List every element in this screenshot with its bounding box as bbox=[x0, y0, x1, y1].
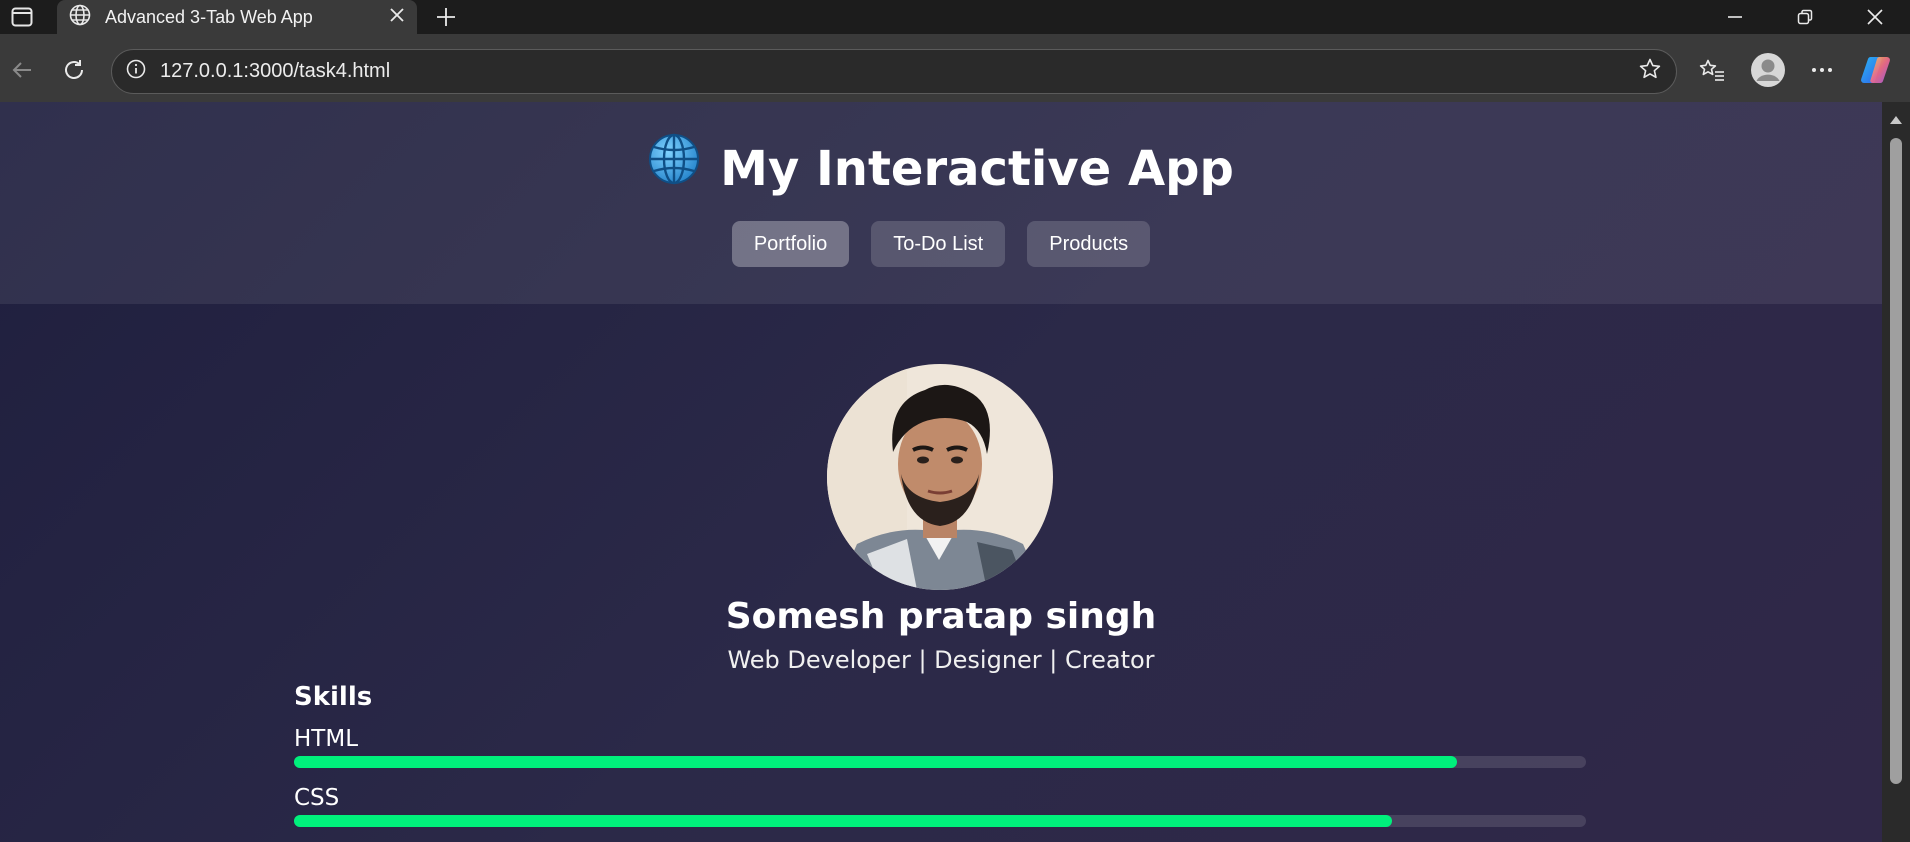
skill-bar-fill bbox=[294, 815, 1393, 827]
plus-icon[interactable] bbox=[428, 0, 464, 34]
favorites-icon[interactable] bbox=[1692, 50, 1732, 90]
skill-bar-track bbox=[294, 815, 1586, 827]
globe-icon bbox=[648, 133, 700, 197]
skills-heading: Skills bbox=[294, 682, 373, 712]
scroll-up-arrow-icon[interactable] bbox=[1890, 116, 1902, 124]
skill-label: CSS bbox=[294, 785, 340, 811]
star-icon[interactable] bbox=[1638, 57, 1662, 86]
tab-todo-list[interactable]: To-Do List bbox=[871, 221, 1006, 267]
browser-tab[interactable]: Advanced 3-Tab Web App bbox=[57, 0, 417, 34]
info-icon[interactable] bbox=[126, 59, 146, 84]
page-scrollbar[interactable] bbox=[1882, 102, 1910, 842]
minimize-icon[interactable] bbox=[1700, 0, 1770, 34]
profile-role: Web Developer | Designer | Creator bbox=[727, 646, 1155, 674]
avatar bbox=[827, 364, 1053, 590]
browser-tab-title: Advanced 3-Tab Web App bbox=[105, 6, 313, 27]
globe-icon bbox=[69, 4, 91, 31]
reload-icon[interactable] bbox=[54, 50, 94, 90]
tab-nav: Portfolio To-Do List Products bbox=[0, 221, 1882, 267]
url-text[interactable]: 127.0.0.1:3000/task4.html bbox=[160, 60, 1638, 83]
restore-icon[interactable] bbox=[1770, 0, 1840, 34]
browser-tabstrip: Advanced 3-Tab Web App bbox=[0, 0, 1910, 34]
tab-products[interactable]: Products bbox=[1027, 221, 1151, 267]
browser-toolbar: 127.0.0.1:3000/task4.html bbox=[0, 34, 1910, 102]
page-viewport: My Interactive App Portfolio To-Do List … bbox=[0, 102, 1882, 842]
window-controls bbox=[1700, 0, 1910, 34]
tab-portfolio[interactable]: Portfolio bbox=[731, 221, 850, 267]
address-bar[interactable]: 127.0.0.1:3000/task4.html bbox=[111, 49, 1677, 94]
more-icon[interactable] bbox=[1802, 50, 1842, 90]
scroll-thumb[interactable] bbox=[1890, 138, 1902, 784]
skill-label: HTML bbox=[294, 726, 359, 752]
close-icon[interactable] bbox=[389, 7, 405, 28]
skill-bar-fill bbox=[294, 756, 1457, 768]
app-header: My Interactive App Portfolio To-Do List … bbox=[0, 102, 1882, 304]
copilot-icon[interactable] bbox=[1856, 50, 1896, 90]
back-icon[interactable] bbox=[2, 50, 42, 90]
close-window-icon[interactable] bbox=[1840, 0, 1910, 34]
skill-html: HTML bbox=[294, 724, 1586, 768]
skill-bar-track bbox=[294, 756, 1586, 768]
skill-css: CSS bbox=[294, 783, 1586, 827]
tab-actions-icon[interactable] bbox=[0, 0, 44, 34]
profile-icon[interactable] bbox=[1746, 50, 1790, 90]
profile-name: Somesh pratap singh bbox=[725, 596, 1157, 637]
app-title-text: My Interactive App bbox=[720, 141, 1234, 197]
page-title: My Interactive App bbox=[0, 133, 1882, 197]
